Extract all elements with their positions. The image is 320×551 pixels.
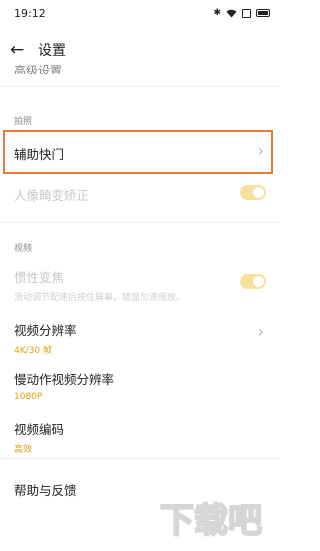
svg-text:下载吧: 下载吧	[160, 501, 262, 541]
video-encoding-value: 高效	[14, 445, 33, 455]
slowmo-resolution-label: 慢动作视频分辨率	[14, 372, 115, 387]
divider	[0, 86, 280, 87]
divider	[0, 458, 280, 459]
scrolled-item-advanced-settings[interactable]: 高级设置	[14, 60, 62, 74]
slowmo-resolution-value: 1080P	[14, 392, 43, 402]
inertial-zoom-row[interactable]: 惯性变焦 滑动调节配速后按住屏幕，镜面匀速缩放。	[0, 267, 280, 303]
status-icons: ✱	[213, 8, 270, 18]
portrait-distortion-row[interactable]: 人像畸变矫正	[0, 185, 280, 204]
chevron-right-icon: ›	[257, 322, 264, 341]
status-bar: 19:12 ✱	[0, 0, 280, 26]
video-resolution-value: 4K/30 帧	[14, 346, 52, 356]
portrait-distortion-toggle[interactable]	[240, 185, 266, 200]
divider	[0, 222, 280, 223]
inertial-zoom-description: 滑动调节配速后按住屏幕，镜面匀速缩放。	[14, 293, 186, 303]
section-header-video: 视频	[14, 244, 33, 254]
watermark-logo: 下载吧	[146, 495, 276, 545]
video-resolution-row[interactable]: 视频分辨率 4K/30 帧	[0, 320, 280, 356]
video-resolution-label: 视频分辨率	[14, 323, 77, 338]
inertial-zoom-toggle[interactable]	[240, 274, 266, 289]
sim-icon	[242, 8, 251, 18]
page-title: 设置	[38, 43, 66, 59]
slowmo-resolution-row[interactable]: 慢动作视频分辨率 1080P	[0, 369, 280, 402]
video-encoding-row[interactable]: 视频编码 高效	[0, 419, 280, 455]
watermark-logo-graphic: 下载吧	[159, 500, 263, 542]
toggle-knob	[253, 187, 264, 198]
toggle-knob	[253, 276, 264, 287]
wifi-icon	[226, 9, 237, 17]
video-encoding-label: 视频编码	[14, 422, 65, 437]
highlight-box	[3, 130, 273, 174]
bluetooth-icon: ✱	[213, 8, 221, 18]
status-time: 19:12	[14, 6, 46, 20]
section-header-photo: 拍照	[14, 117, 33, 127]
back-arrow-icon[interactable]: ←	[10, 40, 30, 60]
battery-icon	[256, 9, 270, 17]
